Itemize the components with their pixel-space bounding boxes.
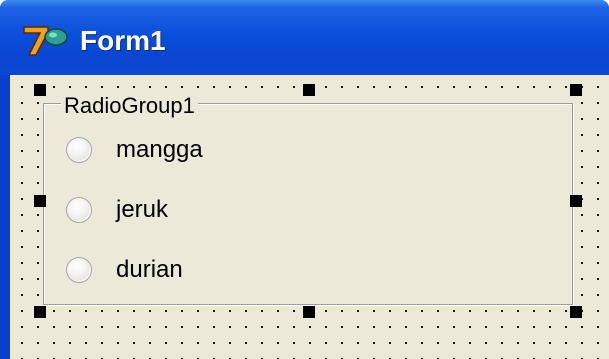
radio-item-durian[interactable]: durian: [66, 254, 326, 286]
selection-handle-top-left[interactable]: [34, 84, 46, 96]
radio-item-mangga[interactable]: mangga: [66, 134, 326, 166]
title-bar[interactable]: Form1: [0, 0, 609, 75]
selection-handle-top-center[interactable]: [303, 84, 315, 96]
selection-handle-bottom-center[interactable]: [303, 306, 315, 318]
radio-label: jeruk: [116, 196, 169, 223]
radio-group[interactable]: RadioGroup1 mangga jeruk durian: [40, 90, 576, 308]
window-title: Form1: [80, 25, 166, 56]
radio-label: durian: [116, 256, 183, 283]
delphi-7-icon: [23, 26, 68, 56]
radio-group-caption: RadioGroup1: [61, 93, 198, 119]
selection-handle-middle-left[interactable]: [34, 195, 46, 207]
radio-item-jeruk[interactable]: jeruk: [66, 194, 326, 226]
form-design-surface[interactable]: RadioGroup1 mangga jeruk durian: [10, 75, 609, 359]
radio-button[interactable]: [66, 257, 92, 283]
selection-handle-bottom-right[interactable]: [570, 306, 582, 318]
form-window: Form1 RadioGroup1 mangga jeruk durian: [0, 0, 609, 359]
selection-handle-bottom-left[interactable]: [34, 306, 46, 318]
selection-handle-middle-right[interactable]: [570, 195, 582, 207]
selection-handle-top-right[interactable]: [570, 84, 582, 96]
radio-button[interactable]: [66, 197, 92, 223]
radio-label: mangga: [116, 136, 203, 163]
radio-button[interactable]: [66, 137, 92, 163]
